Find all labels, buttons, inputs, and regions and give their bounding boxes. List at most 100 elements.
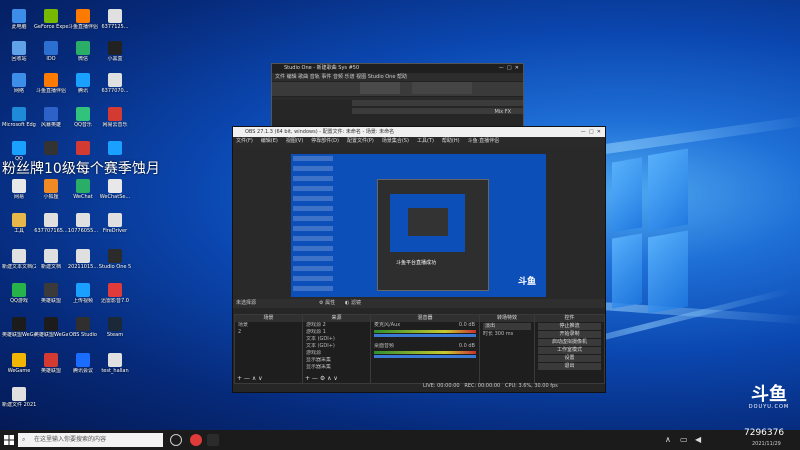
obs-window[interactable]: OBS 27.1.3 (64 bit, windows) - 配置文件: 未命名…: [232, 126, 606, 393]
studio-one-menu[interactable]: 文件 编辑 歌曲 音轨 事件 音频 乐谱 视图 Studio One 帮助: [272, 73, 523, 81]
control-button[interactable]: 设置: [538, 355, 601, 362]
desktop-icon[interactable]: 工具: [2, 210, 36, 244]
scene-controls[interactable]: + — ∧ ∨: [237, 375, 263, 382]
desktop-icon[interactable]: 英雄联盟: [34, 350, 68, 384]
obs-menu-item[interactable]: 编辑(E): [261, 138, 278, 144]
desktop-icon[interactable]: 新建文档: [34, 246, 68, 280]
control-button[interactable]: 工作室模式: [538, 347, 601, 354]
desktop-icon[interactable]: 20211015...: [66, 246, 100, 280]
desktop-icon[interactable]: 网易: [2, 176, 36, 210]
obs-taskbar-icon[interactable]: [190, 434, 202, 446]
studio-one-taskbar-icon[interactable]: [207, 434, 219, 446]
start-button[interactable]: [3, 434, 15, 446]
control-button[interactable]: 启动虚拟摄像机: [538, 339, 601, 346]
desktop-icon[interactable]: 上传视频: [66, 280, 100, 314]
desktop-icon[interactable]: GeForce Experience: [34, 6, 68, 40]
desktop-icon[interactable]: 6377070...: [98, 70, 132, 104]
studio-one-window[interactable]: Studio One - 新建歌曲 Sys #50 — □ ✕ 文件 编辑 歌曲…: [271, 63, 524, 130]
audio-mixer-dock[interactable]: 混音器 麦克风/Aux 0.0 dB 桌面音频 0.0 dB: [370, 314, 480, 384]
task-view-icon[interactable]: [170, 434, 182, 446]
scenes-dock[interactable]: 场景 场景 2 + — ∧ ∨: [234, 314, 303, 384]
source-item[interactable]: 文本 (GDI+): [303, 343, 370, 350]
desktop-icon[interactable]: 此电脑: [2, 6, 36, 40]
desktop-icon[interactable]: 小狐狸: [34, 176, 68, 210]
obs-menu-item[interactable]: 停靠部件(D): [311, 138, 339, 144]
desktop-icon[interactable]: 微信: [66, 38, 100, 72]
desktop-icon[interactable]: 英雄联盟WeGame版: [34, 314, 68, 348]
desktop-icon[interactable]: 斗鱼直播伴侣: [34, 70, 68, 104]
obs-menu-item[interactable]: 帮助(H): [442, 138, 460, 144]
tray-chevron-icon[interactable]: ∧: [665, 435, 671, 444]
volume-slider[interactable]: [374, 334, 476, 337]
control-button[interactable]: 停止推流: [538, 323, 601, 330]
sources-dock[interactable]: 来源 游戏源 2 游戏源 1 文本 (GDI+) 文本 (GDI+) 游戏源 显示器采集显…: [302, 314, 371, 384]
desktop-icon[interactable]: Microsoft Edge: [2, 104, 36, 138]
transition-duration[interactable]: 时长 300 ms: [480, 331, 534, 338]
desktop-icon[interactable]: Steam: [98, 314, 132, 348]
source-item[interactable]: 游戏源 2: [303, 322, 370, 329]
desktop-icon[interactable]: 6377125...: [98, 6, 132, 40]
desktop-icon[interactable]: 网易云音乐: [98, 104, 132, 138]
obs-menu-item[interactable]: 斗鱼·直播伴侣: [468, 138, 500, 144]
desktop-icon[interactable]: 腾讯会议: [66, 350, 100, 384]
filters-button[interactable]: ◐ 滤镜: [345, 299, 361, 308]
edit-tools[interactable]: [412, 82, 472, 94]
desktop-icon[interactable]: WeChat: [66, 176, 100, 210]
obs-menu-bar[interactable]: 文件(F) 编辑(E) 视图(V) 停靠部件(D) 配置文件(P) 场景集合(S) 工具(T…: [233, 137, 605, 146]
controls-dock[interactable]: 控件 停止推流 开始录制 启动虚拟摄像机 工作室模式 设置 退出: [534, 314, 605, 384]
desktop-icon[interactable]: WeGame: [2, 350, 36, 384]
desktop-icon[interactable]: 网络: [2, 70, 36, 104]
source-item[interactable]: 游戏源: [303, 350, 370, 357]
source-controls[interactable]: + — ⚙ ∧ ∨: [305, 375, 338, 382]
mix-label[interactable]: Mix FX: [494, 109, 511, 115]
desktop-icon[interactable]: QQ音乐: [66, 104, 100, 138]
obs-menu-item[interactable]: 文件(F): [236, 138, 253, 144]
desktop-icon[interactable]: WeChatSe...: [98, 176, 132, 210]
source-item[interactable]: 文本 (GDI+): [303, 336, 370, 343]
desktop-icon[interactable]: 英雄联盟WeGame版: [2, 314, 36, 348]
taskbar-search-input[interactable]: ⌕ 在这里输入你要搜索的内容: [18, 433, 163, 447]
scene-item[interactable]: 场景: [235, 322, 302, 329]
transitions-dock[interactable]: 转场特效 淡出 时长 300 ms: [479, 314, 535, 384]
window-controls[interactable]: — □ ✕: [581, 127, 601, 137]
source-item[interactable]: 显示器采集: [303, 364, 370, 371]
desktop-icon[interactable]: 斗鱼直播伴侣: [66, 6, 100, 40]
desktop-icon[interactable]: FireDriver: [98, 210, 132, 244]
obs-menu-item[interactable]: 配置文件(P): [347, 138, 374, 144]
control-button[interactable]: 开始录制: [538, 331, 601, 338]
desktop-icon[interactable]: 回收站: [2, 38, 36, 72]
obs-titlebar[interactable]: OBS 27.1.3 (64 bit, windows) - 配置文件: 未命名…: [233, 127, 605, 137]
desktop-icon[interactable]: QQ游戏: [2, 280, 36, 314]
obs-preview[interactable]: 斗鱼平台直播成功 斗鱼: [291, 154, 546, 297]
volume-slider[interactable]: [374, 355, 476, 358]
desktop-icon[interactable]: OBS Studio: [66, 314, 100, 348]
desktop-icon[interactable]: test_hallan: [98, 350, 132, 384]
desktop-icon[interactable]: 10776055...: [66, 210, 100, 244]
studio-one-titlebar[interactable]: Studio One - 新建歌曲 Sys #50 — □ ✕: [272, 64, 523, 73]
properties-button[interactable]: ⚙ 属性: [319, 299, 335, 308]
desktop-icon[interactable]: Studio One 5: [98, 246, 132, 280]
desktop-icon[interactable]: 新建文本文档(2): [2, 246, 36, 280]
source-item[interactable]: 显示器采集: [303, 357, 370, 364]
desktop-icon[interactable]: 迅雷影音7.0: [98, 280, 132, 314]
transport-tools[interactable]: [360, 82, 400, 94]
desktop-icon[interactable]: 637707165...: [34, 210, 68, 244]
transition-select[interactable]: 淡出: [483, 323, 531, 330]
network-icon[interactable]: ▭: [680, 435, 688, 444]
window-controls[interactable]: — □ ✕: [499, 64, 519, 73]
source-item[interactable]: 游戏源 1: [303, 329, 370, 336]
desktop-icon[interactable]: 新建文件 20211103...: [2, 384, 36, 418]
desktop-icon[interactable]: 风暴英雄: [34, 104, 68, 138]
obs-menu-item[interactable]: 视图(V): [286, 138, 303, 144]
desktop-icon[interactable]: IDO: [34, 38, 68, 72]
scene-item[interactable]: 2: [235, 329, 302, 336]
studio-one-toolbar[interactable]: [272, 81, 523, 97]
desktop-icon[interactable]: 英雄联盟: [34, 280, 68, 314]
volume-icon[interactable]: ◀: [695, 435, 701, 444]
control-button[interactable]: 退出: [538, 363, 601, 370]
track-row[interactable]: [352, 100, 523, 106]
obs-menu-item[interactable]: 工具(T): [417, 138, 434, 144]
obs-menu-item[interactable]: 场景集合(S): [382, 138, 409, 144]
desktop-icon[interactable]: 腾讯: [66, 70, 100, 104]
desktop-icon[interactable]: 小黑盒: [98, 38, 132, 72]
